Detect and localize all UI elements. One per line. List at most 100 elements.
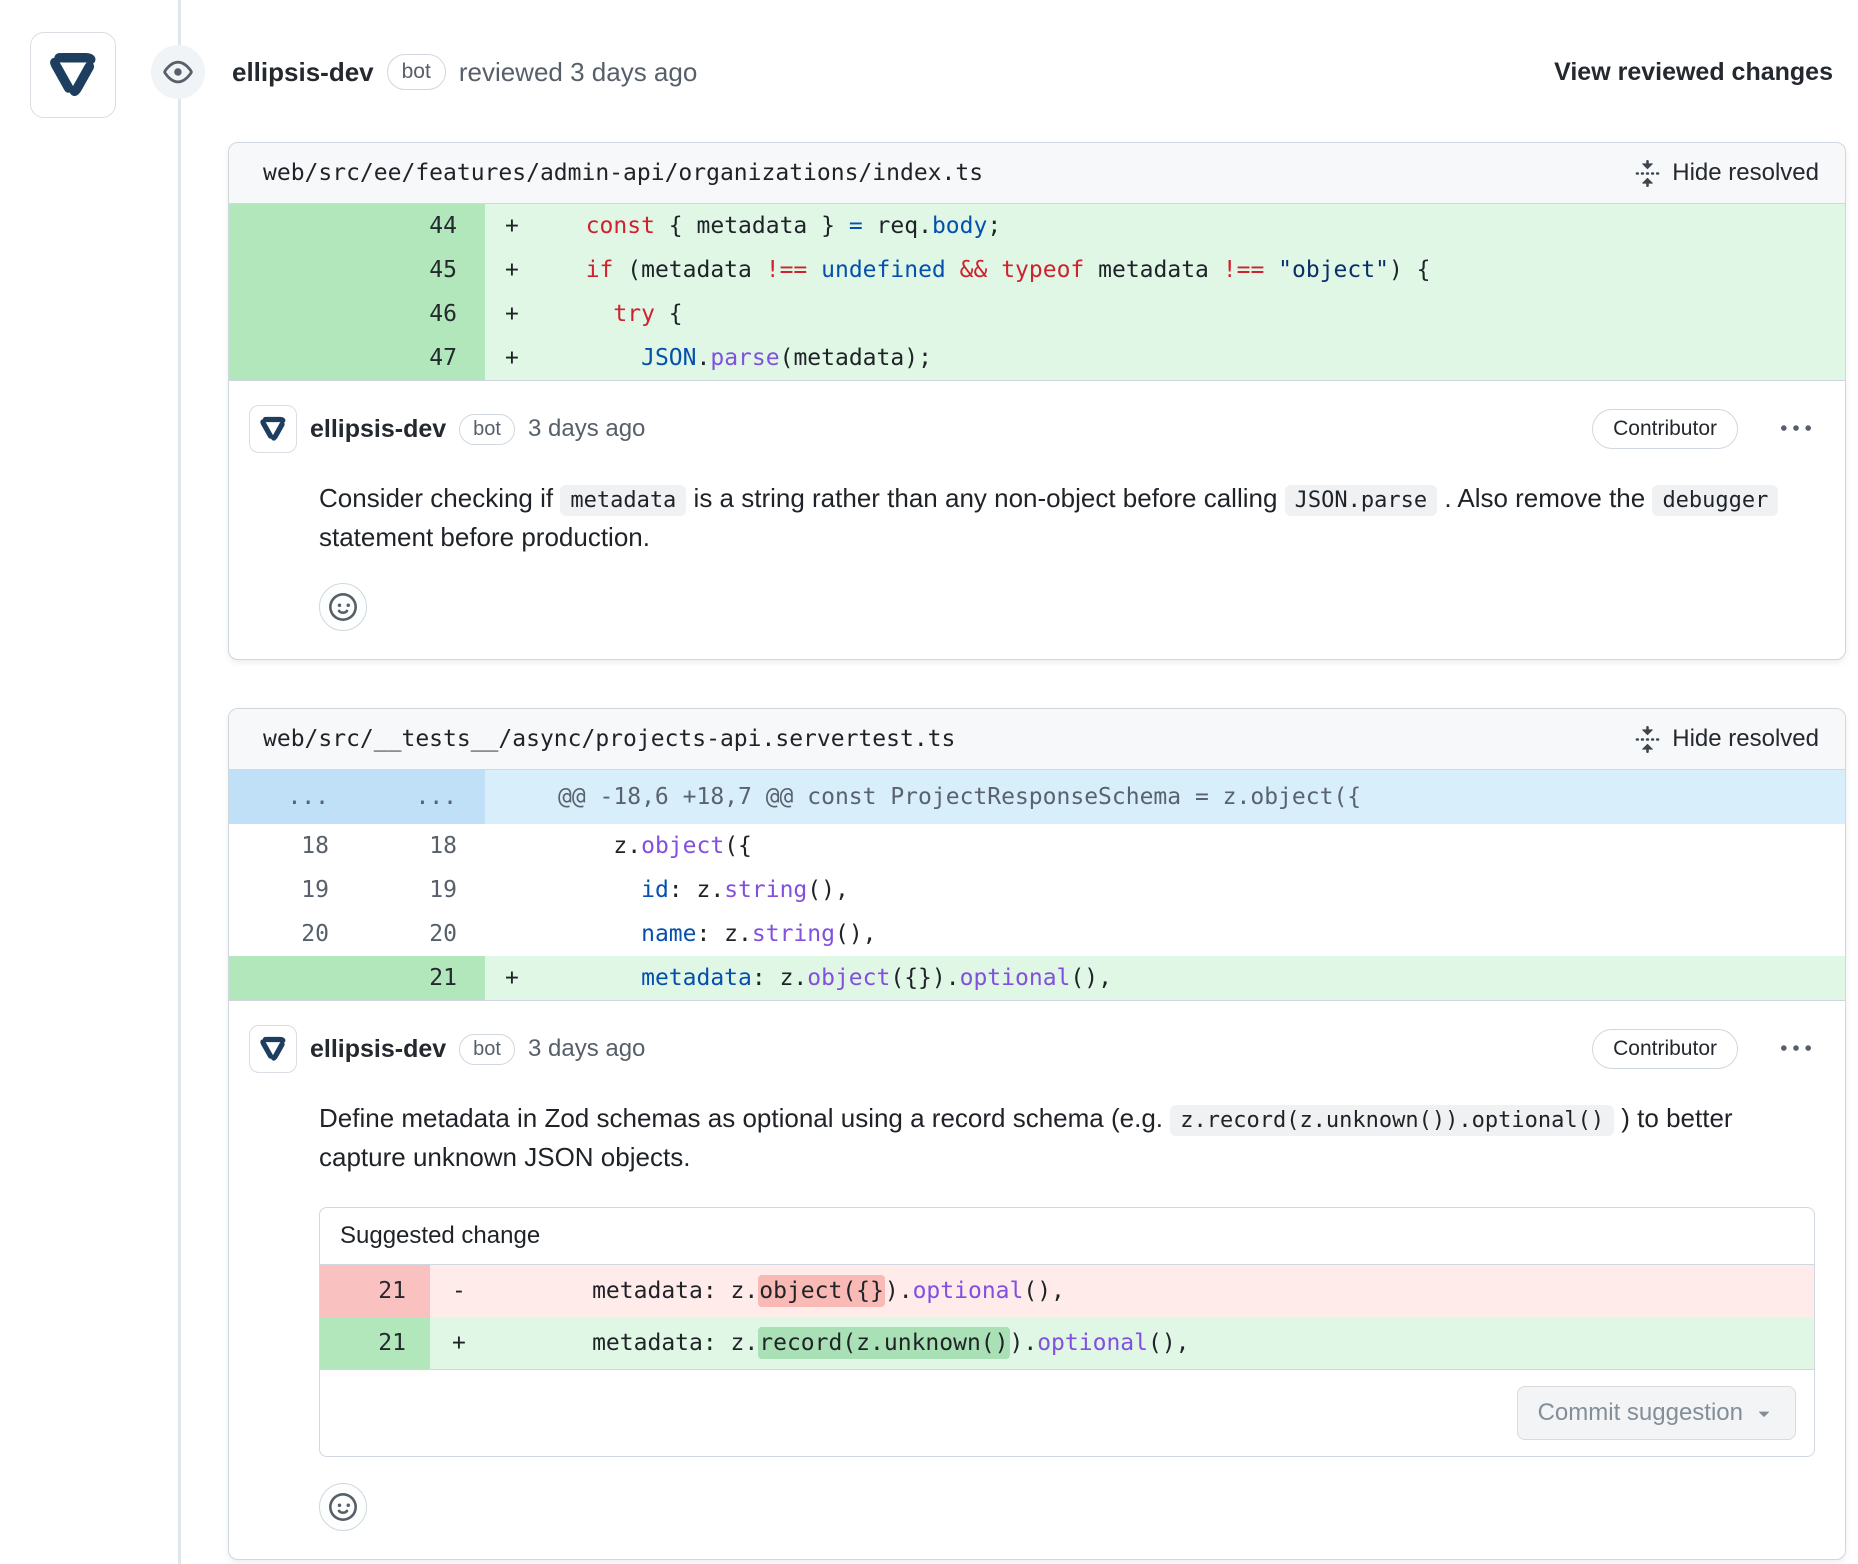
diff-row-add: 45+ if (metadata !== undefined && typeof… xyxy=(229,248,1845,292)
contributor-badge: Contributor xyxy=(1592,1029,1738,1069)
reviewer-avatar[interactable] xyxy=(30,32,116,118)
comment-body: Consider checking if metadata is a strin… xyxy=(319,479,1815,557)
line-number xyxy=(229,248,357,292)
file-header: web/src/__tests__/async/projects-api.ser… xyxy=(229,709,1845,770)
timeline-connector-line xyxy=(178,0,181,1564)
diff-row-hunk: ...... @@ -18,6 +18,7 @@ const ProjectRes… xyxy=(229,770,1845,824)
suggested-change-block: Suggested change 21- metadata: z.object(… xyxy=(319,1207,1815,1457)
kebab-horizontal-icon xyxy=(1781,1034,1811,1064)
hide-resolved-label: Hide resolved xyxy=(1672,725,1819,753)
diff-sign: - xyxy=(430,1265,505,1317)
code-line: const { metadata } = req.body; xyxy=(552,204,1845,248)
code-line: metadata: z.object({}).optional(), xyxy=(505,1265,1814,1317)
line-number: ... xyxy=(229,770,357,824)
comment-avatar[interactable] xyxy=(249,1025,297,1073)
line-number: 21 xyxy=(320,1265,430,1317)
diff-row-del: 21- metadata: z.object({}).optional(), xyxy=(320,1265,1814,1317)
comment-menu-button[interactable] xyxy=(1777,1030,1815,1068)
inline-code: JSON.parse xyxy=(1285,485,1437,516)
suggestion-footer: Commit suggestion xyxy=(320,1369,1814,1456)
line-number: 44 xyxy=(357,204,485,248)
reviewer-name-link[interactable]: ellipsis-dev xyxy=(232,57,374,88)
suggested-change-title: Suggested change xyxy=(320,1208,1814,1265)
diff-sign: + xyxy=(485,292,552,336)
commit-suggestion-button[interactable]: Commit suggestion xyxy=(1517,1386,1796,1440)
line-number: 19 xyxy=(229,868,357,912)
review-comment: ellipsis-dev bot 3 days ago Contributor … xyxy=(229,381,1845,659)
file-header: web/src/ee/features/admin-api/organizati… xyxy=(229,143,1845,204)
diff-row-add: 44+ const { metadata } = req.body; xyxy=(229,204,1845,248)
bot-badge: bot xyxy=(387,54,446,89)
line-number: 46 xyxy=(357,292,485,336)
bot-badge: bot xyxy=(459,414,515,445)
review-comment: ellipsis-dev bot 3 days ago Contributor … xyxy=(229,1001,1845,1559)
review-action-text: reviewed 3 days ago xyxy=(459,57,697,88)
diff-table: 44+ const { metadata } = req.body;45+ if… xyxy=(229,204,1845,381)
diff-sign: + xyxy=(485,248,552,292)
bot-badge: bot xyxy=(459,1034,515,1065)
smiley-icon xyxy=(329,1493,357,1521)
code-line: @@ -18,6 +18,7 @@ const ProjectResponseS… xyxy=(552,770,1845,824)
hide-resolved-button[interactable]: Hide resolved xyxy=(1634,725,1819,753)
ellipsis-logo-icon xyxy=(257,413,289,445)
line-number xyxy=(229,204,357,248)
review-thread-card-2: web/src/__tests__/async/projects-api.ser… xyxy=(228,708,1846,1560)
code-line: id: z.string(), xyxy=(552,868,1845,912)
line-number xyxy=(229,956,357,1001)
view-reviewed-changes-link[interactable]: View reviewed changes xyxy=(1554,58,1833,87)
line-number: 18 xyxy=(357,824,485,868)
diff-sign: + xyxy=(485,336,552,381)
fold-icon xyxy=(1634,160,1661,187)
review-thread-card-1: web/src/ee/features/admin-api/organizati… xyxy=(228,142,1846,660)
diff-row-ctx: 1818 z.object({ xyxy=(229,824,1845,868)
code-line: JSON.parse(metadata); xyxy=(552,336,1845,381)
comment-author-link[interactable]: ellipsis-dev xyxy=(310,1035,446,1064)
ellipsis-logo-icon xyxy=(257,1033,289,1065)
line-number: 20 xyxy=(357,912,485,956)
review-header: ellipsis-dev bot reviewed 3 days ago Vie… xyxy=(232,44,1833,100)
comment-author-link[interactable]: ellipsis-dev xyxy=(310,415,446,444)
file-path-link[interactable]: web/src/ee/features/admin-api/organizati… xyxy=(263,160,983,186)
comment-header: ellipsis-dev bot 3 days ago Contributor xyxy=(249,405,1815,453)
smiley-icon xyxy=(329,593,357,621)
comment-menu-button[interactable] xyxy=(1777,410,1815,448)
line-number: 21 xyxy=(357,956,485,1001)
comment-avatar[interactable] xyxy=(249,405,297,453)
line-number: ... xyxy=(357,770,485,824)
inline-code: metadata xyxy=(560,485,686,516)
fold-icon xyxy=(1634,726,1661,753)
eye-icon xyxy=(163,57,193,87)
diff-sign xyxy=(485,868,552,912)
comment-timestamp[interactable]: 3 days ago xyxy=(528,415,645,443)
commit-suggestion-label: Commit suggestion xyxy=(1538,1399,1743,1427)
contributor-badge: Contributor xyxy=(1592,409,1738,449)
diff-sign xyxy=(485,770,552,824)
comment-timestamp[interactable]: 3 days ago xyxy=(528,1035,645,1063)
triangle-down-icon xyxy=(1753,1402,1775,1424)
suggestion-diff-table: 21- metadata: z.object({}).optional(),21… xyxy=(320,1265,1814,1369)
inline-code: debugger xyxy=(1652,485,1778,516)
comment-header: ellipsis-dev bot 3 days ago Contributor xyxy=(249,1025,1815,1073)
kebab-horizontal-icon xyxy=(1781,414,1811,444)
diff-row-add: 47+ JSON.parse(metadata); xyxy=(229,336,1845,381)
line-number: 20 xyxy=(229,912,357,956)
diff-sign xyxy=(485,912,552,956)
add-reaction-button[interactable] xyxy=(319,583,367,631)
hide-resolved-label: Hide resolved xyxy=(1672,159,1819,187)
pr-review-timeline: ellipsis-dev bot reviewed 3 days ago Vie… xyxy=(0,0,1858,1564)
add-reaction-button[interactable] xyxy=(319,1483,367,1531)
diff-row-add: 46+ try { xyxy=(229,292,1845,336)
code-line: metadata: z.object({}).optional(), xyxy=(552,956,1845,1001)
file-path-link[interactable]: web/src/__tests__/async/projects-api.ser… xyxy=(263,726,955,752)
line-number: 47 xyxy=(357,336,485,381)
line-number: 18 xyxy=(229,824,357,868)
line-number xyxy=(229,336,357,381)
diff-row-add: 21+ metadata: z.object({}).optional(), xyxy=(229,956,1845,1001)
code-line: z.object({ xyxy=(552,824,1845,868)
code-line: name: z.string(), xyxy=(552,912,1845,956)
diff-sign: + xyxy=(485,956,552,1001)
diff-sign: + xyxy=(485,204,552,248)
hide-resolved-button[interactable]: Hide resolved xyxy=(1634,159,1819,187)
code-line: if (metadata !== undefined && typeof met… xyxy=(552,248,1845,292)
line-number: 45 xyxy=(357,248,485,292)
